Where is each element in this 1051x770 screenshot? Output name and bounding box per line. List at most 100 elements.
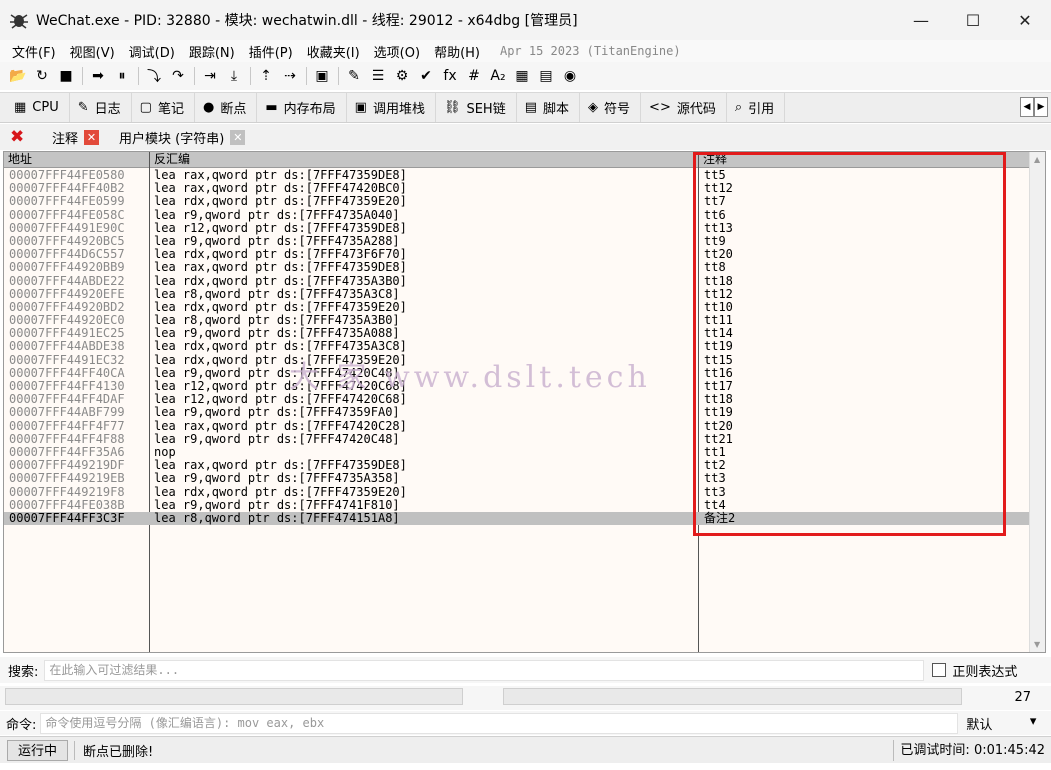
trace-into-icon[interactable]: ⇥ [200, 66, 220, 86]
close-tab-icon[interactable]: ✕ [84, 129, 100, 145]
status-bar: 运行中 断点已删除! 已调试时间: 0:01:45:42 [0, 736, 1051, 763]
table-row[interactable]: 00007FFF44ABDE22 lea rdx,qword ptr ds:[7F… [4, 274, 1031, 288]
tab-memory-map[interactable]: ▬ 内存布局 [257, 93, 347, 122]
comment-cell: tt19 [704, 405, 733, 420]
labels-icon[interactable]: ⚙ [392, 66, 412, 86]
menu-plugins[interactable]: 插件(P) [249, 42, 293, 61]
table-row[interactable]: 00007FFF44920BB9 lea rax,qword ptr ds:[7F… [4, 261, 1031, 274]
menu-options[interactable]: 选项(O) [374, 42, 420, 61]
column-header-comment[interactable]: 注释 [699, 152, 1031, 168]
table-row[interactable]: 00007FFF44ABDE38 lea rdx,qword ptr ds:[7F… [4, 340, 1031, 353]
tab-label: 内存布局 [283, 102, 336, 117]
command-input[interactable]: 命令使用逗号分隔 (像汇编语言): mov eax, ebx [40, 712, 959, 734]
menu-help[interactable]: 帮助(H) [434, 42, 480, 61]
close-all-tabs-icon[interactable]: ✖ [10, 127, 28, 147]
column-header-address[interactable]: 地址 [4, 152, 149, 168]
step-into-icon[interactable]: ⤵ [144, 66, 164, 86]
address-cell: 00007FFF44ABF799 [9, 405, 125, 420]
trace-over-icon[interactable]: ⤓ [224, 66, 244, 86]
comments-icon[interactable]: ☰ [368, 66, 388, 86]
build-info: Apr 15 2023 (TitanEngine) [499, 44, 681, 58]
result-count: 27 [1014, 690, 1031, 705]
call-stack-icon: ▣ [354, 100, 367, 115]
table-body: 00007FFF44FE0580 lea rax,qword ptr ds:[7F… [4, 168, 1031, 526]
scylla-icon[interactable]: ▣ [312, 66, 332, 86]
table-row[interactable]: 00007FFF44FF4F77 lea rax,qword ptr ds:[7F… [4, 418, 1031, 433]
menu-view[interactable]: 视图(V) [70, 42, 115, 61]
command-mode-select[interactable]: 默认 ▾ [966, 714, 1036, 733]
menu-bar: 文件(F) 视图(V) 调试(D) 跟踪(N) 插件(P) 收藏夹(I) 选项(… [0, 40, 1051, 62]
menu-file[interactable]: 文件(F) [12, 42, 56, 61]
execute-till-return-icon[interactable]: ⇡ [256, 66, 276, 86]
table-row[interactable]: 00007FFF44FE058C lea r9,qword ptr ds:[7FF… [4, 208, 1031, 222]
tab-label: CPU [32, 100, 59, 115]
variables-icon[interactable]: # [464, 66, 484, 86]
tab-script[interactable]: ▤ 脚本 [517, 93, 581, 122]
address-cell: 00007FFF44FF4F88 [9, 431, 125, 446]
table-row[interactable]: 00007FFF44FE0599 lea rdx,qword ptr ds:[7F… [4, 195, 1031, 208]
tab-references[interactable]: ⌕ 引用 [727, 93, 786, 122]
table-row[interactable]: 00007FFF44920EFE lea r8,qword ptr ds:[7FF… [4, 287, 1031, 301]
table-row[interactable]: 00007FFF44FF3C3F lea r8,qword ptr ds:[7FF… [4, 511, 1031, 526]
tab-call-stack[interactable]: ▣ 调用堆栈 [347, 93, 436, 122]
menu-debug[interactable]: 调试(D) [129, 42, 175, 61]
subtab-user-module-strings[interactable]: 用户模块 (字符串) ✕ [119, 128, 246, 147]
tab-symbols[interactable]: ◈ 符号 [580, 93, 642, 122]
disassembly-cell: lea rdx,qword ptr ds:[7FFF4735A3C8] [154, 339, 407, 354]
comment-cell: tt21 [704, 431, 733, 446]
tab-breakpoint[interactable]: ● 断点 [195, 93, 258, 122]
symbols-icon: ◈ [588, 100, 599, 115]
tab-source[interactable]: <> 源代码 [641, 93, 727, 122]
source-icon: <> [649, 100, 671, 115]
address-cell: 00007FFF44ABDE38 [9, 339, 125, 354]
table-row[interactable]: 00007FFF449219F8 lea rdx,qword ptr ds:[7F… [4, 484, 1031, 499]
tab-scroll-right-icon[interactable]: ▶ [1034, 97, 1048, 117]
debug-time-value: 0:01:45:42 [973, 743, 1045, 758]
scroll-down-icon[interactable]: ▼ [1034, 640, 1040, 649]
debug-state-badge: 运行中 [7, 739, 69, 761]
tab-scroll-left-icon[interactable]: ◀ [1020, 97, 1034, 117]
column-header-disassembly[interactable]: 反汇编 [150, 152, 698, 168]
table-row[interactable]: 00007FFF44FF4F88 lea r9,qword ptr ds:[7FF… [4, 431, 1031, 446]
notes-tab-icon: ▢ [139, 100, 152, 115]
functions-icon[interactable]: fx [440, 66, 460, 86]
table-row[interactable]: 00007FFF44ABF799 lea r9,qword ptr ds:[7FF… [4, 406, 1031, 419]
tab-notes-tab[interactable]: ▢ 笔记 [132, 93, 195, 122]
bookmarks-icon[interactable]: ✔ [416, 66, 436, 86]
disassembly-cell: lea rax,qword ptr ds:[7FFF47420C28] [154, 418, 407, 433]
tab-log[interactable]: ✎ 日志 [70, 93, 132, 122]
table-row[interactable]: 00007FFF4491E90C lea r12,qword ptr ds:[7F… [4, 220, 1031, 235]
address-cell: 00007FFF4491E90C [9, 220, 125, 235]
scroll-up-icon[interactable]: ▲ [1034, 155, 1040, 164]
stop-icon[interactable]: ■ [56, 66, 76, 86]
minimize-button[interactable]: — [895, 0, 947, 40]
font-icon[interactable]: A₂ [488, 66, 508, 86]
calculator-icon[interactable]: ▦ [512, 66, 532, 86]
vertical-scrollbar[interactable]: ▲ ▼ [1029, 152, 1045, 652]
table-row[interactable]: 00007FFF44FE038B lea r9,qword ptr ds:[7FF… [4, 498, 1031, 512]
open-icon[interactable]: 📂 [8, 66, 28, 86]
table-row[interactable]: 00007FFF449219EB lea r9,qword ptr ds:[7FF… [4, 472, 1031, 485]
search-input[interactable]: 在此输入可过滤结果... [44, 659, 925, 681]
subtab-comments[interactable]: 注释 ✕ [52, 128, 100, 147]
run-to-user-code-icon[interactable]: ⇢ [280, 66, 300, 86]
menu-trace[interactable]: 跟踪(N) [189, 42, 235, 61]
tab-label: SEH链 [466, 102, 506, 117]
regex-checkbox[interactable] [932, 663, 947, 677]
step-over-icon[interactable]: ↷ [168, 66, 188, 86]
globe-icon[interactable]: ◉ [560, 66, 580, 86]
search-label: 搜索: [8, 664, 39, 680]
table-row[interactable]: 00007FFF4491EC32 lea rdx,qword ptr ds:[7F… [4, 353, 1031, 367]
tab-seh[interactable]: ⛓ SEH链 [436, 93, 517, 122]
tab-cpu[interactable]: ▦ CPU [6, 93, 70, 122]
patch-icon[interactable]: ✎ [344, 66, 364, 86]
menu-favourites[interactable]: 收藏夹(I) [307, 42, 360, 61]
pause-icon[interactable]: ⏸ [112, 66, 132, 86]
run-icon[interactable]: ➡ [88, 66, 108, 86]
address-cell: 00007FFF449219F8 [9, 484, 125, 499]
maximize-button[interactable]: ☐ [947, 0, 999, 40]
close-window-button[interactable]: ✕ [999, 0, 1051, 40]
close-tab-icon[interactable]: ✕ [230, 129, 246, 145]
restart-icon[interactable]: ↻ [32, 66, 52, 86]
notes-icon[interactable]: ▤ [536, 66, 556, 86]
